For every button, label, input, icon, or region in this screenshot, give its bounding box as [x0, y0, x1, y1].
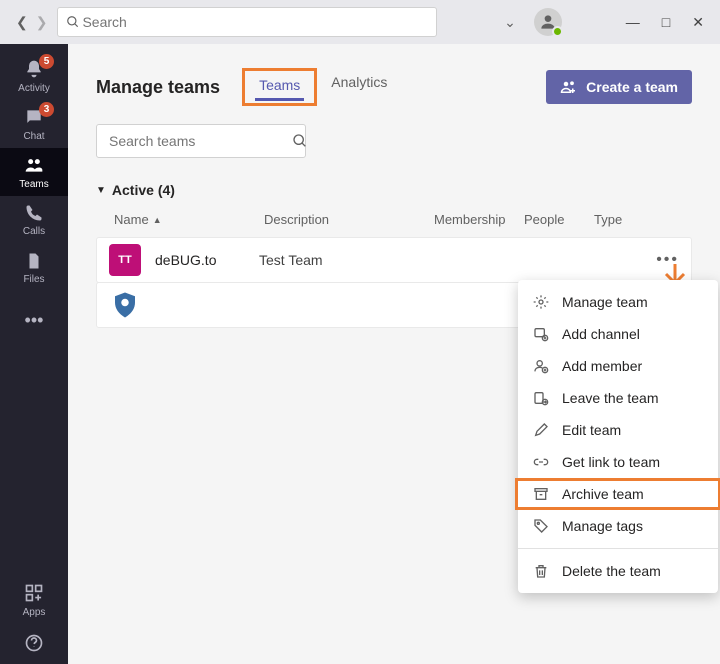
rail-label: Calls: [23, 226, 45, 237]
team-name: deBUG.to: [155, 252, 259, 268]
page-title: Manage teams: [96, 77, 220, 98]
rail-teams[interactable]: Teams: [0, 148, 68, 196]
archive-icon: [532, 486, 550, 502]
ctx-label: Delete the team: [562, 563, 661, 579]
left-rail: Activity 5 Chat 3 Teams Calls Fi: [0, 44, 68, 664]
gear-icon: [532, 294, 550, 310]
more-icon: •••: [25, 311, 44, 329]
minimize-icon[interactable]: —: [626, 14, 640, 31]
section-title: Active (4): [112, 182, 175, 198]
ctx-label: Add member: [562, 358, 642, 374]
ctx-archive-team[interactable]: Archive team: [515, 478, 720, 510]
ctx-label: Manage team: [562, 294, 648, 310]
search-teams-input[interactable]: [107, 132, 292, 150]
ctx-manage-tags[interactable]: Manage tags: [518, 510, 718, 542]
rail-label: Teams: [19, 179, 48, 190]
search-icon: [292, 133, 308, 149]
titlebar: ❮ ❯ ⌄ — □ ✕: [0, 0, 720, 44]
rail-chat[interactable]: Chat 3: [0, 100, 68, 148]
search-teams[interactable]: [96, 124, 306, 158]
ctx-add-member[interactable]: Add member: [518, 350, 718, 382]
create-team-button[interactable]: Create a team: [546, 70, 692, 104]
user-avatar[interactable]: [534, 8, 562, 36]
trash-icon: [532, 563, 550, 579]
maximize-icon[interactable]: □: [662, 14, 670, 31]
rail-apps[interactable]: Apps: [0, 576, 68, 624]
table-header: Name▲ Description Membership People Type: [96, 212, 692, 235]
ctx-label: Get link to team: [562, 454, 660, 470]
col-type[interactable]: Type: [594, 212, 654, 227]
main-content: Manage teams Teams Analytics Create a te…: [68, 44, 720, 664]
channel-add-icon: [532, 326, 550, 342]
global-search-input[interactable]: [80, 13, 428, 31]
nav-back-icon[interactable]: ❮: [16, 14, 28, 31]
rail-label: Activity: [18, 83, 50, 94]
rail-activity[interactable]: Activity 5: [0, 52, 68, 100]
tag-icon: [532, 518, 550, 534]
section-active-header[interactable]: ▼ Active (4): [96, 182, 692, 198]
ctx-label: Add channel: [562, 326, 640, 342]
pencil-icon: [532, 422, 550, 438]
tab-analytics[interactable]: Analytics: [317, 68, 401, 106]
tab-teams[interactable]: Teams: [242, 68, 317, 106]
sort-asc-icon: ▲: [153, 215, 162, 225]
rail-more[interactable]: •••: [0, 296, 68, 344]
ctx-edit-team[interactable]: Edit team: [518, 414, 718, 446]
col-name[interactable]: Name▲: [114, 212, 264, 227]
apps-icon: [24, 583, 44, 606]
leave-icon: [532, 390, 550, 406]
phone-icon: [25, 204, 43, 225]
caret-down-icon: ▼: [96, 185, 106, 196]
rail-calls[interactable]: Calls: [0, 196, 68, 244]
link-icon: [532, 454, 550, 470]
tabs: Teams Analytics: [242, 68, 401, 106]
col-people[interactable]: People: [524, 212, 594, 227]
create-team-label: Create a team: [586, 79, 678, 95]
rail-help[interactable]: [0, 624, 68, 664]
ctx-delete-team[interactable]: Delete the team: [518, 555, 718, 587]
close-icon[interactable]: ✕: [692, 14, 704, 31]
global-search[interactable]: [57, 7, 437, 37]
rail-label: Files: [23, 274, 44, 285]
ctx-add-channel[interactable]: Add channel: [518, 318, 718, 350]
team-description: Test Team: [259, 252, 429, 268]
ctx-label: Archive team: [562, 486, 644, 502]
rail-label: Chat: [23, 131, 44, 142]
search-icon: [66, 15, 80, 29]
nav-forward-icon[interactable]: ❯: [36, 14, 48, 31]
file-icon: [25, 252, 43, 273]
team-avatar: TT: [109, 244, 141, 276]
titlebar-menu-icon[interactable]: ⌄: [504, 14, 516, 31]
ctx-get-link[interactable]: Get link to team: [518, 446, 718, 478]
ctx-label: Leave the team: [562, 390, 659, 406]
col-membership[interactable]: Membership: [434, 212, 524, 227]
rail-badge: 5: [39, 54, 54, 69]
team-row[interactable]: TT deBUG.to Test Team •••: [96, 237, 692, 283]
help-icon: [24, 633, 44, 656]
teams-icon: [24, 155, 44, 178]
ctx-label: Manage tags: [562, 518, 643, 534]
rail-files[interactable]: Files: [0, 244, 68, 292]
ctx-manage-team[interactable]: Manage team: [518, 286, 718, 318]
ctx-separator: [518, 548, 718, 549]
presence-indicator: [552, 26, 563, 37]
rail-badge: 3: [39, 102, 54, 117]
ctx-leave-team[interactable]: Leave the team: [518, 382, 718, 414]
member-add-icon: [532, 358, 550, 374]
ctx-label: Edit team: [562, 422, 621, 438]
create-team-icon: [560, 78, 578, 96]
rail-label: Apps: [23, 607, 46, 618]
col-description[interactable]: Description: [264, 212, 434, 227]
team-avatar: [109, 289, 141, 321]
team-context-menu: Manage team Add channel Add member Leave…: [518, 280, 718, 593]
